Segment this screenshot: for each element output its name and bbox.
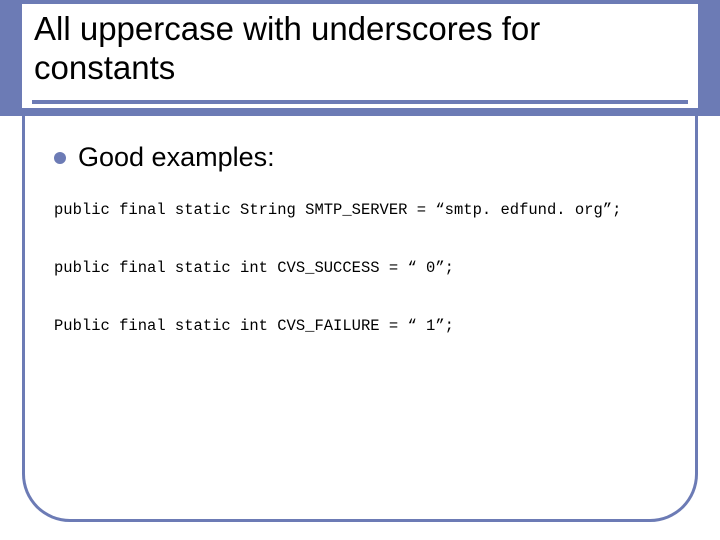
lead-bullet: Good examples: xyxy=(54,142,666,173)
code-line-2: Public final static int CVS_FAILURE = “ … xyxy=(54,317,666,335)
content-area: Good examples: public final static Strin… xyxy=(54,142,666,500)
title-underline xyxy=(32,100,688,104)
title-box: All uppercase with underscores for const… xyxy=(22,4,698,108)
code-line-1: public final static int CVS_SUCCESS = “ … xyxy=(54,259,666,277)
code-line-0: public final static String SMTP_SERVER =… xyxy=(54,201,666,219)
bullet-icon xyxy=(54,152,66,164)
slide: All uppercase with underscores for const… xyxy=(0,0,720,540)
lead-text: Good examples: xyxy=(78,142,275,173)
slide-title: All uppercase with underscores for const… xyxy=(34,10,686,88)
